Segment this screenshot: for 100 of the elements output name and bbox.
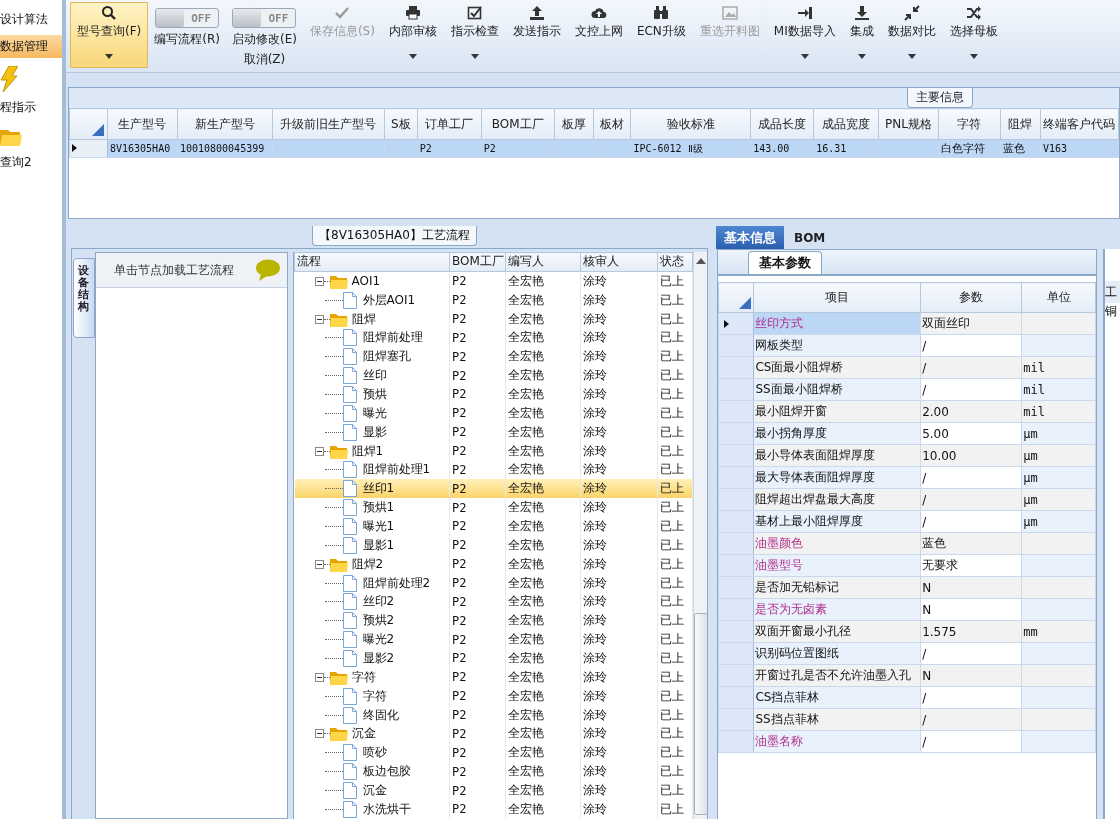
column-header[interactable]: 流程 xyxy=(294,252,450,272)
table-row[interactable]: CS挡点菲林 / xyxy=(718,686,1096,709)
column-header[interactable]: 生产型号 xyxy=(107,108,178,140)
tree-row[interactable]: 丝印 P2 全宏艳 涂玲 已上 xyxy=(294,366,693,386)
table-row[interactable]: 是否为无卤素 N xyxy=(718,598,1096,621)
collapse-icon[interactable] xyxy=(314,314,324,324)
table-row[interactable]: 油墨型号 无要求 xyxy=(718,554,1096,577)
tree-row[interactable]: 显影 P2 全宏艳 涂玲 已上 xyxy=(294,422,693,442)
toolbar-button[interactable]: ECN升级 xyxy=(629,2,693,68)
tab[interactable]: 基本信息 xyxy=(716,226,784,249)
column-header[interactable]: 验收标准 xyxy=(630,108,751,140)
table-row[interactable]: 阻焊超出焊盘最大高度 / μm xyxy=(718,488,1096,511)
tree-row[interactable]: 阻焊前处理2 P2 全宏艳 涂玲 已上 xyxy=(294,573,693,593)
column-header[interactable]: 成品长度 xyxy=(750,108,814,140)
toolbar-button[interactable]: 数据对比 xyxy=(880,2,943,68)
sidebar-item[interactable]: 设计算法 xyxy=(0,8,62,31)
table-row[interactable]: 最小导体表面阻焊厚度 10.00 μm xyxy=(718,444,1096,467)
toolbar-button[interactable]: 指示检查 xyxy=(443,2,506,68)
column-header[interactable]: S板 xyxy=(384,108,418,140)
column-header[interactable]: 核审人 xyxy=(580,252,658,272)
column-header[interactable]: 字符 xyxy=(938,108,1001,140)
collapse-icon[interactable] xyxy=(314,559,324,569)
scroll-thumb[interactable] xyxy=(694,613,707,815)
column-header[interactable]: 单位 xyxy=(1021,282,1096,313)
column-header[interactable]: 新生产型号 xyxy=(177,108,273,140)
tree-row[interactable]: 显影2 P2 全宏艳 涂玲 已上 xyxy=(294,649,693,668)
table-row[interactable]: 最大导体表面阻焊厚度 / μm xyxy=(718,466,1096,489)
column-header[interactable]: 项目 xyxy=(753,282,921,313)
tree-row[interactable]: 曝光1 P2 全宏艳 涂玲 已上 xyxy=(294,517,693,536)
table-row[interactable]: 识别码位置图纸 / xyxy=(718,642,1096,665)
table-row[interactable]: 基材上最小阻焊厚度 / μm xyxy=(718,510,1096,533)
table-row[interactable]: 最小阻焊开窗 2.00 mil xyxy=(718,400,1096,423)
tree-row[interactable]: 显影1 P2 全宏艳 涂玲 已上 xyxy=(294,535,693,555)
column-header[interactable]: 板材 xyxy=(593,108,631,140)
collapse-icon[interactable] xyxy=(314,672,324,682)
table-row[interactable]: 8V16305HA0 10010800045399 P2 P2 IPC-6012 Ⅱ级 143.00 16.31 白色字符 蓝色 V163 xyxy=(69,139,1119,158)
column-header[interactable]: 参数 xyxy=(920,282,1022,313)
column-header[interactable]: 订单工厂 xyxy=(417,108,482,140)
table-row[interactable]: 油墨名称 / xyxy=(718,730,1096,753)
column-header[interactable]: 升级前旧生产型号 xyxy=(272,108,385,140)
scrollbar[interactable] xyxy=(693,252,707,819)
toolbar-button[interactable]: 选择母板 xyxy=(942,2,1005,68)
tree-row[interactable]: 终固化 P2 全宏艳 涂玲 已上 xyxy=(294,705,693,725)
tree-row[interactable]: 阻焊2 P2 全宏艳 涂玲 已上 xyxy=(294,554,693,574)
table-row[interactable]: 是否加无铅标记 N xyxy=(718,576,1096,599)
sidebar-item[interactable]: 数据管理 xyxy=(0,35,62,58)
toolbar-button[interactable]: 内部审核 xyxy=(381,2,444,68)
table-row[interactable]: CS面最小阻焊桥 / mil xyxy=(718,356,1096,379)
cancel-label[interactable]: 取消(Z) xyxy=(243,51,286,68)
tree-row[interactable]: 喷砂 P2 全宏艳 涂玲 已上 xyxy=(294,743,693,763)
sidebar-item[interactable]: 程指示 xyxy=(0,96,62,119)
tree-row[interactable]: 外层AOI1 P2 全宏艳 涂玲 已上 xyxy=(294,290,693,310)
table-row[interactable]: SS面最小阻焊桥 / mil xyxy=(718,378,1096,401)
tree-row[interactable]: 阻焊 P2 全宏艳 涂玲 已上 xyxy=(294,309,693,329)
tree-row[interactable]: 沉金 P2 全宏艳 涂玲 已上 xyxy=(294,724,693,744)
tree-row[interactable]: 预烘 P2 全宏艳 涂玲 已上 xyxy=(294,385,693,404)
tab[interactable]: 基本参数 xyxy=(748,251,822,274)
table-row[interactable]: 开窗过孔是否不允许油墨入孔 N xyxy=(718,664,1096,687)
tree-row[interactable]: 曝光 P2 全宏艳 涂玲 已上 xyxy=(294,403,693,423)
tree-row[interactable]: 丝印2 P2 全宏艳 涂玲 已上 xyxy=(294,592,693,612)
column-header[interactable]: 终端客户代码 xyxy=(1040,108,1119,140)
toolbar-button[interactable]: 型号查询(F) xyxy=(70,2,149,68)
table-row[interactable]: 丝印方式 双面丝印 xyxy=(718,312,1096,335)
tree-row[interactable]: 阻焊1 P2 全宏艳 涂玲 已上 xyxy=(294,441,693,461)
scroll-up-icon[interactable] xyxy=(696,257,706,265)
table-row[interactable]: 网板类型 / xyxy=(718,334,1096,357)
tree-row[interactable]: AOI1 P2 全宏艳 涂玲 已上 xyxy=(294,271,693,291)
tree-row[interactable]: 预烘2 P2 全宏艳 涂玲 已上 xyxy=(294,611,693,631)
tree-row[interactable]: 丝印1 P2 全宏艳 涂玲 已上 xyxy=(294,479,693,499)
sidebar-item[interactable]: 查询2 xyxy=(0,151,62,174)
toolbar-button[interactable]: 文控上网 xyxy=(567,2,630,68)
tree-row[interactable]: 沉金 P2 全宏艳 涂玲 已上 xyxy=(294,781,693,800)
column-header[interactable]: 成品宽度 xyxy=(813,108,879,140)
toolbar-button[interactable]: MI数据导入 xyxy=(766,2,843,68)
tree-row[interactable]: 曝光2 P2 全宏艳 涂玲 已上 xyxy=(294,630,693,650)
table-row[interactable]: 双面开窗最小孔径 1.575 mm xyxy=(718,620,1096,643)
tree-row[interactable]: 水洗烘干 P2 全宏艳 涂玲 已上 xyxy=(294,799,693,819)
tree-row[interactable]: 预烘1 P2 全宏艳 涂玲 已上 xyxy=(294,498,693,518)
table-row[interactable]: 油墨颜色 蓝色 xyxy=(718,532,1096,555)
column-header[interactable]: 状态 xyxy=(657,252,693,272)
column-header[interactable]: BOM工厂 xyxy=(449,252,506,272)
column-header[interactable]: 板厚 xyxy=(554,108,593,140)
side-tab[interactable]: 设备结构 xyxy=(73,258,95,338)
toolbar-button[interactable]: 集成 xyxy=(842,2,881,68)
tree-row[interactable]: 板边包胶 P2 全宏艳 涂玲 已上 xyxy=(294,762,693,782)
tab[interactable]: BOM xyxy=(786,226,834,249)
tree-row[interactable]: 字符 P2 全宏艳 涂玲 已上 xyxy=(294,667,693,687)
collapse-icon[interactable] xyxy=(314,446,324,456)
column-header[interactable]: 编写人 xyxy=(505,252,581,272)
column-header[interactable]: PNL规格 xyxy=(878,108,939,140)
column-header[interactable]: BOM工厂 xyxy=(481,108,555,140)
tree-row[interactable]: 阻焊塞孔 P2 全宏艳 涂玲 已上 xyxy=(294,347,693,367)
tree-row[interactable]: 字符 P2 全宏艳 涂玲 已上 xyxy=(294,686,693,706)
toolbar-button[interactable]: 发送指示 xyxy=(505,2,568,68)
table-row[interactable]: 最小拐角厚度 5.00 μm xyxy=(718,422,1096,445)
collapse-icon[interactable] xyxy=(314,276,324,286)
column-header[interactable]: 阻焊 xyxy=(1000,108,1041,140)
collapse-icon[interactable] xyxy=(314,729,324,739)
table-row[interactable]: SS挡点菲林 / xyxy=(718,708,1096,731)
tree-row[interactable]: 阻焊前处理 P2 全宏艳 涂玲 已上 xyxy=(294,328,693,348)
